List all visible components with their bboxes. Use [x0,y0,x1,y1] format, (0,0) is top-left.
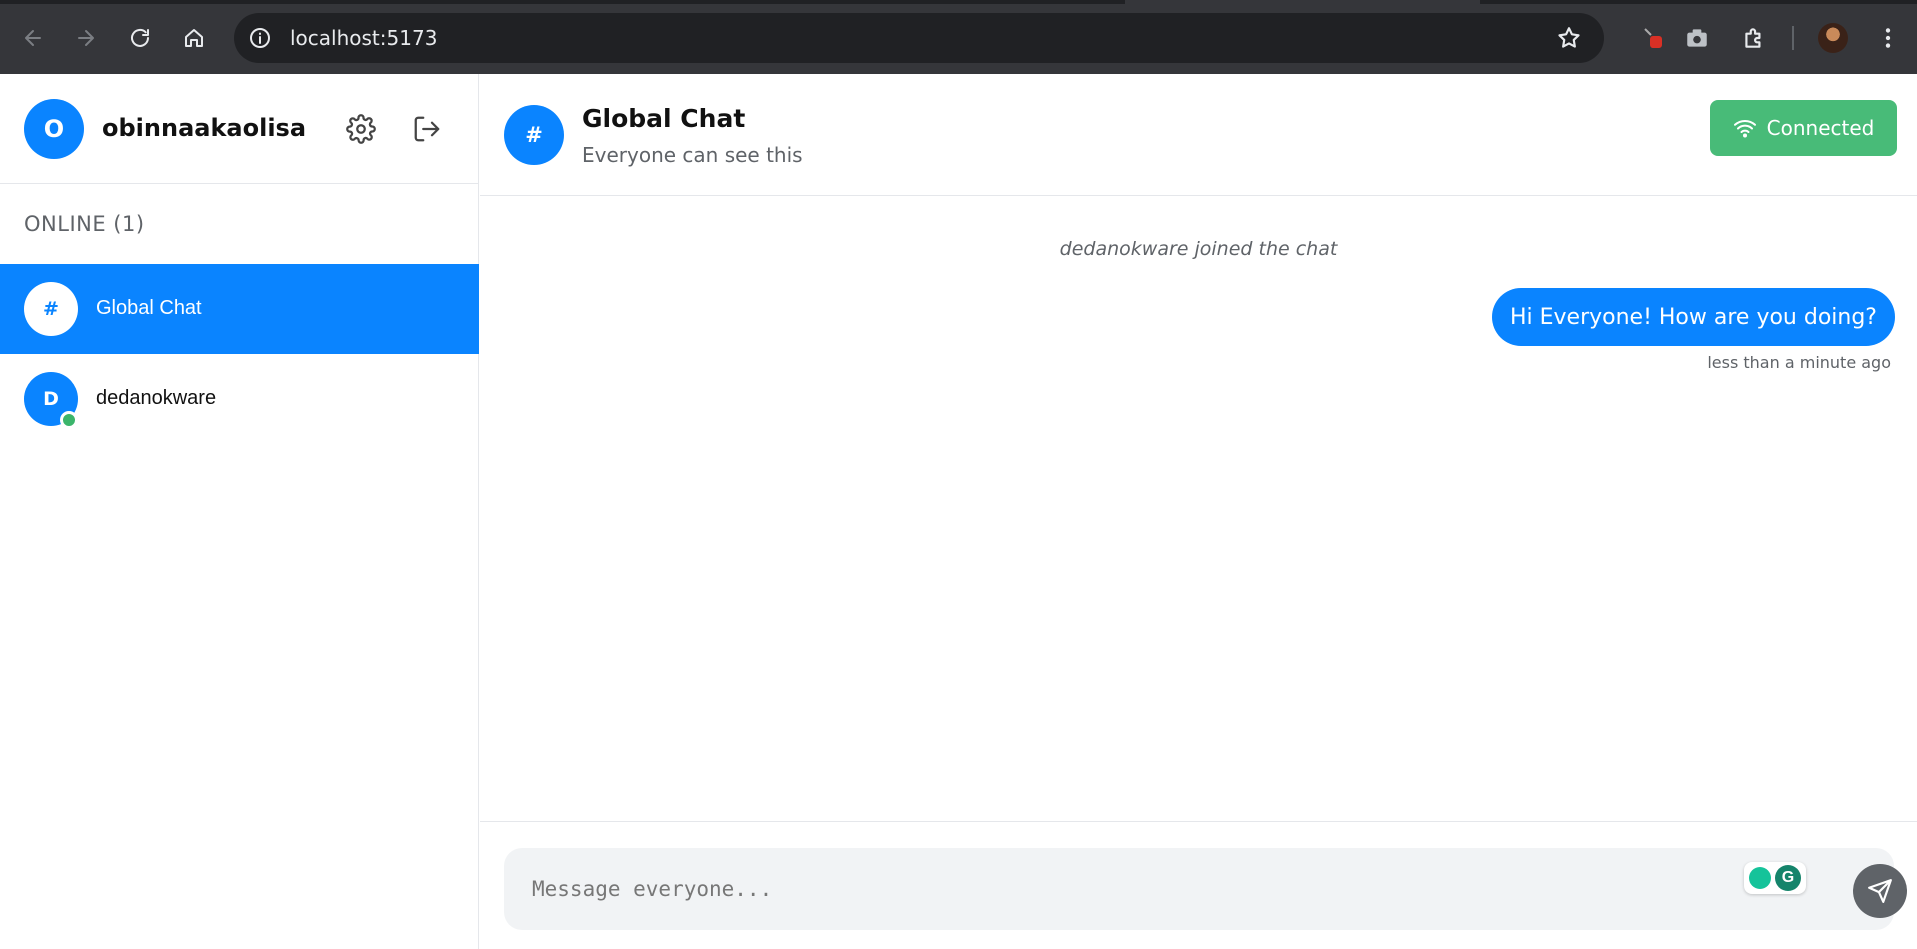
camera-icon [1687,29,1707,47]
more-vertical-icon [1885,28,1891,48]
online-status-dot [60,411,78,429]
chat-header: # Global Chat Everyone can see this Conn… [480,74,1917,196]
sidebar: O obinnaakaolisa ONLINE (1) # Global Cha… [0,74,479,949]
online-users-title: ONLINE (1) [24,212,145,236]
connection-status-badge[interactable]: Connected [1710,100,1897,156]
browser-menu-button[interactable] [1872,22,1904,54]
sidebar-item-global-chat[interactable]: # Global Chat [0,264,479,354]
grammarly-widget[interactable]: G [1744,862,1806,894]
site-info-icon[interactable] [248,26,272,50]
toolbar-divider [1792,26,1794,50]
reload-icon [131,28,149,47]
user-header: O obinnaakaolisa [0,74,479,184]
extension-button[interactable] [1636,22,1668,54]
bookmark-star-icon[interactable] [1556,25,1582,51]
reload-button[interactable] [124,22,156,54]
logout-icon [414,116,440,142]
settings-button[interactable] [343,111,379,147]
chat-panel: # Global Chat Everyone can see this Conn… [480,74,1917,949]
chat-app: O obinnaakaolisa ONLINE (1) # Global Cha… [0,74,1917,949]
puzzle-icon [1745,28,1761,48]
extensions-button[interactable] [1738,22,1770,54]
arrow-right-icon [78,30,94,46]
active-tab-edge[interactable] [1125,0,1480,4]
grammarly-icon: G [1775,865,1801,891]
profile-avatar[interactable] [1818,23,1848,53]
tab-strip [0,0,1917,4]
user-avatar: O [24,99,84,159]
gear-icon [346,114,376,144]
connection-status-label: Connected [1766,116,1875,140]
send-button[interactable] [1853,864,1907,918]
message-list[interactable]: dedanokware joined the chat Hi Everyone!… [480,197,1917,825]
message-input-container: G [504,848,1907,930]
send-icon [1868,879,1892,903]
home-icon [185,29,203,47]
sidebar-item-label: dedanokware [96,387,217,409]
screenshot-extension-button[interactable] [1681,22,1713,54]
chat-subtitle: Everyone can see this [582,143,803,167]
address-bar[interactable]: localhost:5173 [234,13,1604,63]
arrow-left-icon [25,30,41,46]
global-chat-avatar: # [24,282,78,336]
message-timestamp: less than a minute ago [1707,353,1891,372]
wifi-icon [1733,120,1756,138]
system-message: dedanokware joined the chat [1059,238,1338,260]
url-text[interactable]: localhost:5173 [290,26,437,50]
message-composer: G [480,821,1917,949]
pen-extension-icon [1644,28,1662,48]
channel-avatar: # [504,105,564,165]
chat-title: Global Chat [582,104,746,133]
sidebar-item-dedanokware[interactable]: D dedanokware [0,354,479,444]
message-input[interactable] [504,848,1704,930]
forward-button[interactable] [70,22,102,54]
username: obinnaakaolisa [102,114,307,142]
logout-button[interactable] [409,111,445,147]
browser-toolbar: localhost:5173 [0,0,1917,74]
home-button[interactable] [178,22,210,54]
sidebar-item-label: Global Chat [96,297,202,319]
lightbulb-icon [1749,867,1771,889]
own-message-bubble[interactable]: Hi Everyone! How are you doing? [1491,288,1895,346]
back-button[interactable] [17,22,49,54]
